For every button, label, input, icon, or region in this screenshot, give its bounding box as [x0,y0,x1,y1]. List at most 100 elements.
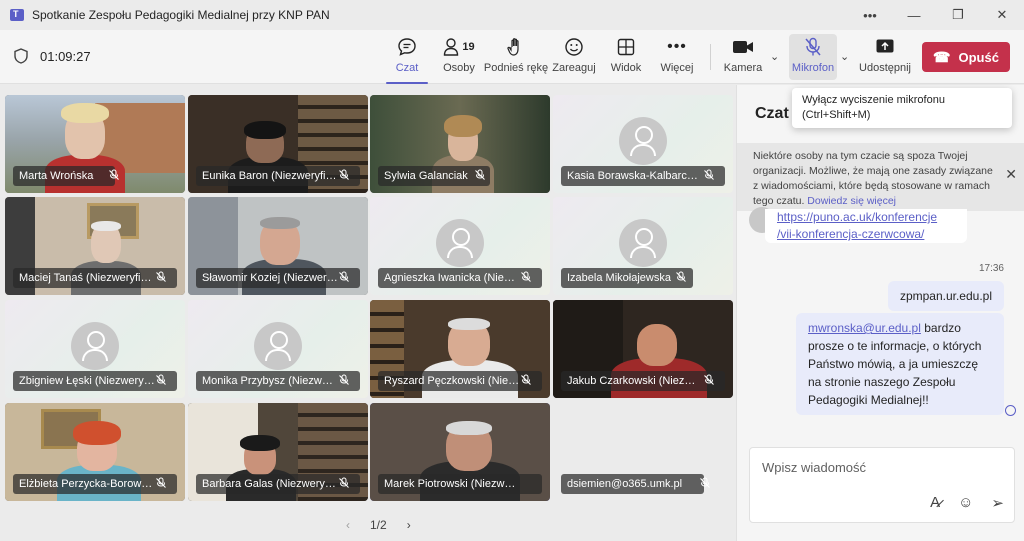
muted-mic-icon [704,374,714,385]
email-link[interactable]: mwronska@ur.edu.pl [808,321,921,335]
compose-tools: A̷ ☺ ➢ [930,494,1004,512]
participant-tile[interactable]: Ryszard Pęczkowski (Niezweryfikowany) [370,300,550,398]
participant-tile[interactable]: Eunika Baron (Niezweryfikowany) [188,95,368,193]
window-title: Spotkanie Zespołu Pedagogiki Medialnej p… [32,8,330,22]
participant-tile[interactable]: dsiemien@o365.umk.pl [553,403,733,501]
avatar-icon [254,322,302,370]
participant-tile[interactable]: Jakub Czarkowski (Niezweryfikowany) [553,300,733,398]
outgoing-message: mwronska@ur.edu.pl bardzo prosze o te in… [796,313,1004,415]
conference-link-line1[interactable]: https://puno.ac.uk/konferencje [777,210,937,224]
participant-tile-speaking[interactable]: Marek Piotrowski (Niezweryfikowany) [370,403,550,501]
avatar-icon [619,219,667,267]
camera-button[interactable]: Kamera [724,36,762,80]
participant-name: dsiemien@o365.umk.pl [561,474,705,494]
more-button[interactable]: ••• Więcej [660,36,694,80]
restore-icon[interactable]: ❐ [936,0,980,30]
tooltip-line1: Wyłącz wyciszenie mikrofonu [802,94,945,106]
muted-mic-icon [521,374,531,385]
muted-mic-icon [676,271,686,282]
format-text-icon[interactable]: A̷ [930,494,940,512]
close-icon[interactable]: ✕ [980,0,1024,30]
send-icon[interactable]: ➢ [991,494,1004,512]
participant-tile[interactable]: Izabela Mikołajewska [553,197,733,295]
previous-page-chevron-icon[interactable]: ‹ [346,518,350,532]
learn-more-link[interactable]: Dowiedz się więcej [807,195,896,207]
participant-tile[interactable]: Sylwia Galanciak [370,95,550,193]
participant-tile[interactable]: Monika Przybysz (Niezweryfikowany) [188,300,368,398]
view-label: Widok [610,62,642,74]
participant-name: Kasia Borawska-Kalbarczyk [561,166,725,186]
share-label: Udostępnij [859,62,911,74]
chat-button[interactable]: Czat [386,36,428,84]
participant-name: Maciej Tanaś (Niezweryfikowany) [13,268,177,288]
emoji-icon[interactable]: ☺ [958,494,973,512]
hang-up-icon: ☎ [933,48,951,65]
outgoing-message: zpmpan.ur.edu.pl [887,281,1004,311]
camera-options-chevron-icon[interactable]: ⌄ [770,50,779,63]
meeting-toolbar: 01:09:27 Czat 19 Osoby Podnieś rękę Zare… [0,30,1024,84]
message-text: zpmpan.ur.edu.pl [899,289,992,303]
meeting-timer: 01:09:27 [14,48,91,64]
grid-icon [617,36,635,58]
share-button[interactable]: Udostępnij [859,36,911,80]
react-button[interactable]: Zareaguj [552,36,596,80]
minimize-icon[interactable]: — [892,0,936,30]
muted-mic-icon [339,169,349,180]
smiley-icon [564,36,584,58]
dismiss-banner-close-icon[interactable]: ✕ [1005,167,1017,182]
muted-mic-icon [339,477,349,488]
people-icon: 19 [443,36,475,58]
share-screen-icon [875,36,895,58]
view-button[interactable]: Widok [610,36,642,80]
participant-tile[interactable]: Elżbieta Perzycka-Borowska [5,403,185,501]
ellipsis-icon: ••• [667,38,687,55]
muted-mic-icon [339,374,349,385]
tooltip-line2: (Ctrl+Shift+M) [802,109,871,121]
leave-label: Opuść [958,49,999,65]
people-count: 19 [462,41,475,53]
participant-tile[interactable]: Marta Wrońska [5,95,185,193]
avatar-icon [71,322,119,370]
teams-logo-icon [10,9,24,21]
muted-mic-icon [704,169,714,180]
participant-tile[interactable]: Kasia Borawska-Kalbarczyk [553,95,733,193]
conference-link-line2[interactable]: /vii-konferencja-czerwcowa/ [777,227,924,241]
muted-mic-icon [156,477,166,488]
participant-tile[interactable]: Zbigniew Łęski (Niezweryfikowany) [5,300,185,398]
participant-tile[interactable]: Barbara Galas (Niezweryfikowany) [188,403,368,501]
participant-name: Marta Wrońska [13,166,116,186]
participant-name: Izabela Mikołajewska [561,268,693,288]
participant-name: Elżbieta Perzycka-Borowska [13,474,177,494]
microphone-button[interactable]: Mikrofon [789,34,837,80]
participant-name: Sławomir Koziej (Niezweryfikowany) [196,268,360,288]
muted-mic-icon [700,477,710,488]
participant-name: Marek Piotrowski (Niezweryfikowany) [378,474,542,494]
mic-options-chevron-icon[interactable]: ⌄ [840,50,849,63]
raise-hand-label: Podnieś rękę [483,62,549,74]
next-page-chevron-icon[interactable]: › [407,518,411,532]
external-users-banner: Niektóre osoby na tym czacie są spoza Tw… [737,143,1024,211]
raise-hand-icon [507,36,525,58]
raise-hand-button[interactable]: Podnieś rękę [483,36,549,80]
participant-tile[interactable]: Agnieszka Iwanicka (Niezweryfikowany) [370,197,550,295]
more-options-icon[interactable]: ••• [848,0,892,30]
participant-tile[interactable]: Maciej Tanaś (Niezweryfikowany) [5,197,185,295]
title-bar: Spotkanie Zespołu Pedagogiki Medialnej p… [0,0,1024,30]
read-receipt-icon [1005,405,1016,416]
participant-name: Jakub Czarkowski (Niezweryfikowany) [561,371,725,391]
participant-tile[interactable]: Sławomir Koziej (Niezweryfikowany) [188,197,368,295]
leave-button[interactable]: ☎ Opuść [922,42,1010,72]
microphone-muted-icon [804,36,822,58]
participant-name: Barbara Galas (Niezweryfikowany) [196,474,360,494]
participant-name: Eunika Baron (Niezweryfikowany) [196,166,360,186]
incoming-message: https://puno.ac.uk/konferencje /vii-konf… [765,209,967,243]
compose-placeholder: Wpisz wiadomość [762,460,867,475]
people-label: Osoby [443,62,475,74]
people-button[interactable]: 19 Osoby [440,36,478,80]
muted-mic-icon [339,271,349,282]
chat-panel-title: Czat [755,105,789,122]
message-compose-box[interactable]: Wpisz wiadomość A̷ ☺ ➢ [749,447,1015,523]
participant-name: Sylwia Galanciak [378,166,490,186]
microphone-label: Mikrofon [791,62,835,74]
message-timestamp: 17:36 [978,263,1004,274]
